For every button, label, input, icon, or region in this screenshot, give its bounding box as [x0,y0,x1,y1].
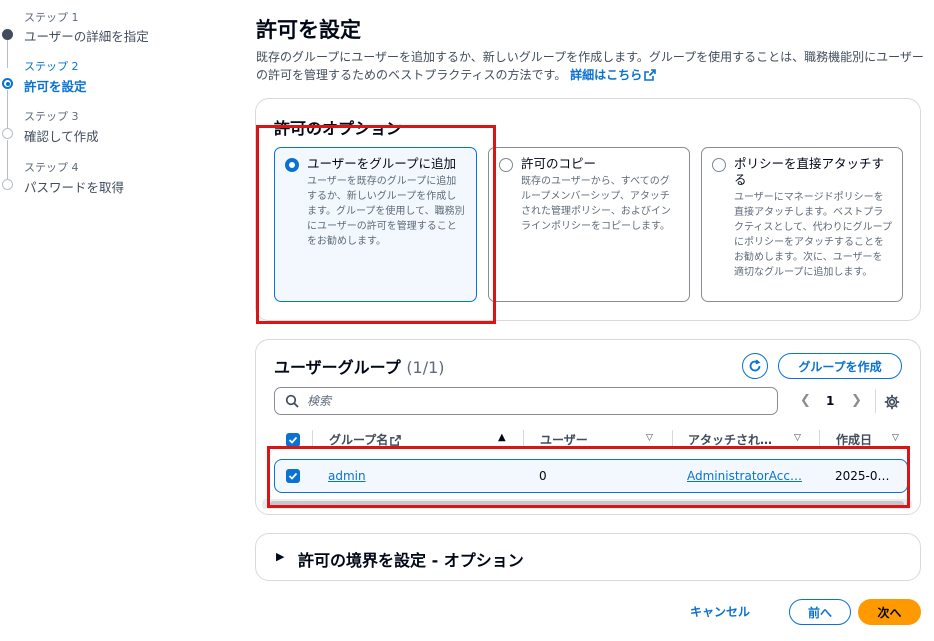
option-add-to-group[interactable]: ユーザーをグループに追加 ユーザーを既存のグループに追加するか、新しいグループを… [274,147,477,302]
group-name-link[interactable]: admin [328,469,366,483]
user-groups-label: ユーザーグループ [274,358,401,377]
column-divider [819,430,820,448]
step-number: ステップ 2 [24,60,79,73]
select-all-checkbox[interactable] [286,433,300,447]
table-row[interactable]: admin 0 AdministratorAcc… 2025-0… [274,459,908,493]
user-groups-panel: ユーザーグループ (1/1) グループを作成 ❮ 1 ❯ グループ名 ▲ ユーザ… [255,339,921,515]
row-checkbox[interactable] [286,469,300,483]
sort-icon[interactable]: ▽ [794,433,801,443]
user-groups-title: ユーザーグループ (1/1) [274,354,445,378]
column-divider [672,430,673,448]
option-description: 既存のユーザーから、すべてのグループメンバーシップ、アタッチされた管理ポリシー、… [521,176,671,232]
check-icon [288,436,298,444]
permission-options-title: 許可のオプション [274,119,403,138]
column-created[interactable]: 作成日 [836,431,872,448]
step-done-icon [2,29,13,40]
permission-options-panel: 許可のオプション ユーザーをグループに追加 ユーザーを既存のグループに追加するか… [255,98,921,321]
option-description: ユーザーにマネージドポリシーを直接アタッチします。ベストプラクティスとして、代わ… [734,192,892,278]
step-label: 確認して作成 [24,129,99,144]
learn-more-link[interactable]: 詳細はこちら [570,68,656,82]
selection-count: (1/1) [406,358,445,377]
step-connector [7,40,8,68]
option-attach-policies[interactable]: ポリシーを直接アタッチする ユーザーにマネージドポリシーを直接アタッチします。ベ… [701,147,903,302]
option-title: ユーザーをグループに追加 [307,156,457,171]
option-description: ユーザーを既存のグループに追加するか、新しいグループを作成します。グループを使用… [307,176,465,247]
external-link-icon [390,435,402,446]
chevron-left-icon[interactable]: ❮ [800,393,811,408]
column-divider [312,430,313,448]
step-label[interactable]: ユーザーの詳細を指定 [24,26,149,45]
sort-icon[interactable]: ▽ [646,433,653,443]
user-count: 0 [539,469,547,483]
page-description: 既存のグループにユーザーを追加するか、新しいグループを作成します。グループを使用… [256,48,924,84]
option-copy-permissions[interactable]: 許可のコピー 既存のユーザーから、すべてのグループメンバーシップ、アタッチされた… [488,147,690,302]
gear-icon[interactable] [884,394,900,410]
column-label: グループ名 [329,433,389,447]
chevron-right-icon[interactable]: ❯ [851,393,862,408]
step-current-icon [2,78,13,89]
step-connector [7,90,8,129]
learn-more-label: 詳細はこちら [570,68,643,82]
caret-right-icon[interactable]: ▶ [276,550,284,563]
permission-boundary-title[interactable]: 許可の境界を設定 - オプション [298,547,524,571]
page-number[interactable]: 1 [826,394,834,408]
next-button[interactable]: 次へ [858,599,921,625]
horizontal-scrollbar[interactable] [262,499,912,509]
step-connector [7,140,8,179]
search-input[interactable] [307,391,767,411]
permission-boundary-panel[interactable]: ▶ 許可の境界を設定 - オプション [255,533,921,581]
sort-ascending-icon[interactable]: ▲ [498,432,506,443]
page-title: 許可を設定 [256,18,361,42]
radio-selected-icon[interactable] [285,158,299,172]
search-box[interactable] [274,387,778,415]
step-label: 許可を設定 [24,79,87,94]
created-date: 2025-0… [835,469,890,483]
table-header: グループ名 ▲ ユーザー ▽ アタッチされ… ▽ 作成日 ▽ [274,428,912,452]
refresh-icon [749,359,761,372]
scrollbar-thumb[interactable] [270,501,904,507]
check-icon [288,472,298,480]
radio-icon[interactable] [712,158,726,172]
refresh-button[interactable] [742,353,768,379]
column-users[interactable]: ユーザー [540,431,588,448]
step-label: パスワードを取得 [24,180,125,195]
cancel-button[interactable]: キャンセル [690,603,750,620]
external-link-icon [644,69,656,81]
previous-button[interactable]: 前へ [789,599,851,625]
pager-divider [875,389,876,413]
radio-icon[interactable] [499,158,513,172]
attached-policy-link[interactable]: AdministratorAcc… [687,469,802,483]
step-number: ステップ 4 [24,161,79,174]
step-number: ステップ 3 [24,110,79,123]
option-title: 許可のコピー [521,156,597,171]
column-group-name[interactable]: グループ名 [329,431,402,448]
column-attached-policies[interactable]: アタッチされ… [688,431,772,448]
sort-icon[interactable]: ▽ [892,433,899,443]
step-pending-icon [2,179,13,190]
column-divider [523,430,524,448]
step-pending-icon [2,128,13,139]
option-title: ポリシーを直接アタッチする [734,156,885,187]
search-icon [285,394,299,408]
step-number: ステップ 1 [24,11,79,24]
create-group-button[interactable]: グループを作成 [778,353,902,379]
